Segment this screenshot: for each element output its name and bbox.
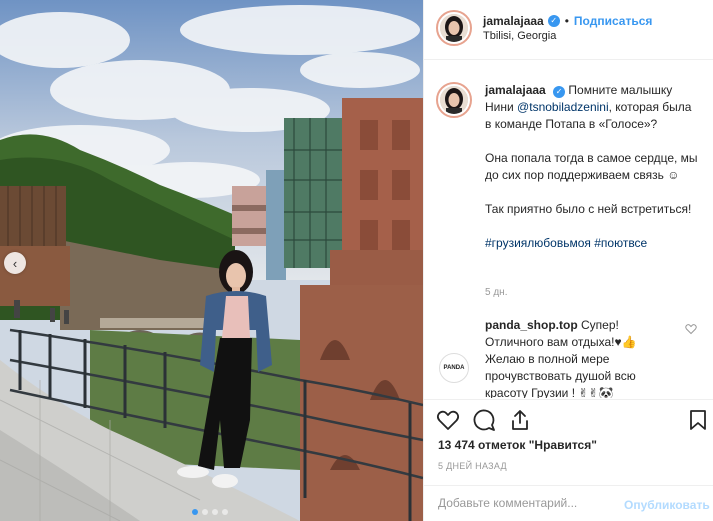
- chevron-left-icon: ‹: [12, 255, 18, 271]
- caption-paragraph: Она попала тогда в самое сердце, мы до с…: [485, 151, 698, 182]
- share-icon: [512, 410, 528, 430]
- comment-button[interactable]: [472, 408, 496, 432]
- comments-list[interactable]: jamalajaaa ✓ Помните малышку Нини @tsnob…: [424, 72, 713, 398]
- save-button[interactable]: [686, 408, 710, 432]
- caption-time: 5 дн.: [485, 287, 508, 298]
- heart-icon: [436, 410, 460, 430]
- carousel-indicator: [192, 509, 228, 515]
- carousel-dot: [202, 509, 208, 515]
- verified-badge-icon: ✓: [547, 15, 560, 27]
- panda-logo-text: PANDA: [443, 365, 465, 371]
- like-button[interactable]: [436, 408, 460, 432]
- hashtag-link[interactable]: #поютвсе: [594, 236, 647, 250]
- mention-link[interactable]: @tsnobiladzenini: [517, 100, 609, 114]
- comment-item: panda_shop.top Супер! Отличного вам отды…: [485, 317, 675, 398]
- header-user-line: jamalajaaa ✓ • Подписаться: [483, 14, 652, 28]
- comment-like-button[interactable]: [685, 323, 697, 338]
- bookmark-icon: [690, 410, 706, 430]
- verified-badge-icon: ✓: [553, 86, 566, 98]
- hashtag-link[interactable]: #грузиялюбовьмоя: [485, 236, 591, 250]
- comment-input[interactable]: [438, 496, 608, 510]
- author-username[interactable]: jamalajaaa: [483, 14, 544, 28]
- post-header: jamalajaaa ✓ • Подписаться Tbilisi, Geor…: [424, 0, 713, 60]
- location-link[interactable]: Tbilisi, Georgia: [483, 30, 556, 42]
- comment-icon: [473, 409, 495, 431]
- post-caption: jamalajaaa ✓ Помните малышку Нини @tsnob…: [485, 82, 700, 269]
- add-comment-bar: Опубликовать: [424, 485, 713, 521]
- caption-avatar[interactable]: [436, 82, 472, 118]
- comment-username[interactable]: panda_shop.top: [485, 318, 578, 332]
- follow-button[interactable]: Подписаться: [574, 14, 652, 28]
- carousel-dot: [222, 509, 228, 515]
- share-button[interactable]: [508, 408, 532, 432]
- author-avatar[interactable]: [436, 10, 472, 46]
- commenter-avatar[interactable]: PANDA: [439, 353, 469, 383]
- caption-username[interactable]: jamalajaaa: [485, 83, 546, 97]
- caption-paragraph: Так приятно было с ней встретиться!: [485, 202, 692, 216]
- photo-illustration: [0, 0, 423, 521]
- separator-dot: •: [564, 14, 569, 28]
- post-side-panel: jamalajaaa ✓ • Подписаться Tbilisi, Geor…: [423, 0, 713, 521]
- carousel-prev-button[interactable]: ‹: [4, 252, 26, 274]
- heart-outline-icon: [685, 324, 697, 335]
- likes-count[interactable]: 13 474 отметок "Нравится": [438, 438, 597, 452]
- post-timestamp: 5 ДНЕЙ НАЗАД: [438, 461, 507, 471]
- action-bar: [424, 399, 713, 439]
- carousel-dot: [192, 509, 198, 515]
- carousel-dot: [212, 509, 218, 515]
- post-photo[interactable]: ‹: [0, 0, 423, 521]
- publish-button[interactable]: Опубликовать: [624, 498, 710, 512]
